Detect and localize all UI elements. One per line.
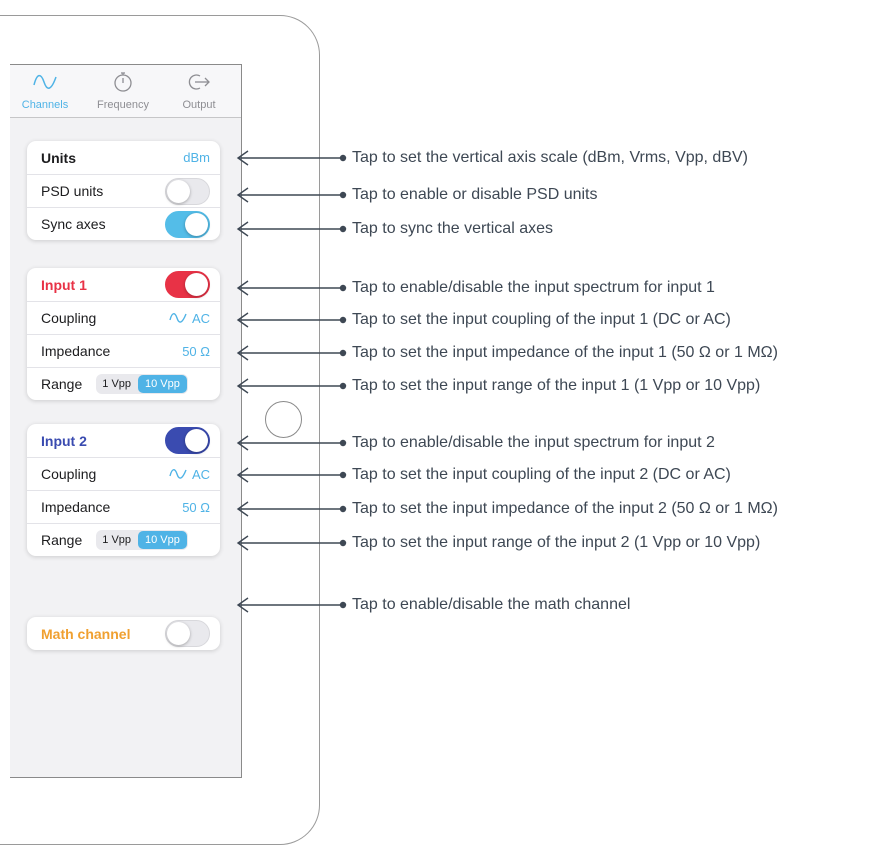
input2-card: Input 2 Coupling AC Impedance 50 Ω Range… [27, 424, 220, 556]
range-option-1vpp[interactable]: 1 Vpp [96, 374, 137, 394]
ac-wave-icon [169, 469, 187, 479]
impedance-label: Impedance [41, 499, 111, 515]
toggle-knob [185, 212, 208, 236]
tab-label: Channels [21, 99, 69, 111]
annotation-item: Tap to sync the vertical axes [236, 219, 553, 239]
annotation-item: Tap to enable/disable the math channel [236, 595, 630, 615]
annotation-item: Tap to set the input range of the input … [236, 376, 760, 396]
math-title: Math channel [41, 625, 131, 642]
input1-card: Input 1 Coupling AC Impedance 50 Ω Range… [27, 268, 220, 400]
general-card: Units dBm PSD units Sync axes [27, 141, 220, 240]
math-card: Math channel [27, 617, 220, 650]
annotation-item: Tap to set the input impedance of the in… [236, 343, 778, 363]
toggle-knob [185, 429, 208, 452]
input1-title: Input 1 [41, 276, 87, 293]
waveform-icon [10, 69, 80, 95]
impedance-label: Impedance [41, 343, 111, 359]
tab-bar: Channels Frequency Output [10, 65, 241, 118]
toggle-knob [167, 622, 190, 645]
annotation-text: Tap to set the input coupling of the inp… [352, 466, 731, 483]
callout-arrow [236, 345, 347, 361]
callout-arrow [236, 435, 347, 451]
stopwatch-icon [88, 69, 158, 95]
output-icon [164, 69, 234, 95]
callout-arrow [236, 150, 347, 166]
callout-arrow [236, 535, 347, 551]
input1-coupling-row[interactable]: Coupling AC [27, 301, 220, 334]
input1-header-row: Input 1 [27, 268, 220, 301]
psd-units-row: PSD units [27, 174, 220, 207]
coupling-label: Coupling [41, 310, 97, 326]
input2-coupling-row[interactable]: Coupling AC [27, 457, 220, 490]
input2-title: Input 2 [41, 432, 87, 449]
range-segmented-control: 1 Vpp 10 Vpp [96, 530, 188, 550]
annotation-item: Tap to enable or disable PSD units [236, 185, 597, 205]
units-label: Units [41, 149, 76, 166]
callout-arrow [236, 467, 347, 483]
annotation-item: Tap to set the vertical axis scale (dBm,… [236, 148, 748, 168]
annotation-text: Tap to enable/disable the math channel [352, 596, 631, 613]
input1-impedance-row[interactable]: Impedance 50 Ω [27, 334, 220, 367]
impedance-value[interactable]: 50 Ω [182, 344, 210, 359]
annotation-item: Tap to enable/disable the input spectrum… [236, 433, 715, 453]
callout-arrow [236, 501, 347, 517]
psd-units-toggle[interactable] [165, 177, 210, 205]
math-row: Math channel [27, 617, 220, 650]
callout-arrow [236, 187, 347, 203]
callout-arrow [236, 378, 347, 394]
annotation-text: Tap to set the input impedance of the in… [352, 344, 778, 361]
sync-axes-toggle[interactable] [165, 210, 210, 238]
units-row[interactable]: Units dBm [27, 141, 220, 174]
input1-toggle[interactable] [165, 271, 210, 298]
math-toggle[interactable] [165, 620, 210, 647]
tab-label: Output [182, 99, 216, 111]
coupling-value[interactable]: AC [169, 467, 210, 482]
annotation-item: Tap to set the input coupling of the inp… [236, 310, 731, 330]
tab-output[interactable]: Output [164, 69, 234, 111]
annotation-item: Tap to set the input impedance of the in… [236, 499, 778, 519]
coupling-text: AC [191, 466, 210, 482]
annotation-text: Tap to set the vertical axis scale (dBm,… [352, 149, 748, 166]
annotation-text: Tap to set the input coupling of the inp… [352, 311, 731, 328]
tab-label: Frequency [97, 99, 149, 111]
annotation-text: Tap to sync the vertical axes [352, 220, 553, 237]
annotation-text: Tap to enable/disable the input spectrum… [352, 279, 715, 296]
range-option-1vpp[interactable]: 1 Vpp [96, 530, 137, 550]
toggle-knob [167, 179, 190, 203]
range-label: Range [41, 532, 83, 548]
range-segmented-control: 1 Vpp 10 Vpp [96, 374, 188, 394]
coupling-value[interactable]: AC [169, 311, 210, 326]
tab-frequency[interactable]: Frequency [88, 69, 158, 111]
coupling-label: Coupling [41, 466, 97, 482]
annotation-item: Tap to set the input range of the input … [236, 533, 760, 553]
psd-units-label: PSD units [41, 183, 104, 199]
impedance-value[interactable]: 50 Ω [182, 500, 210, 515]
range-option-10vpp[interactable]: 10 Vpp [138, 375, 187, 393]
annotation-text: Tap to set the input impedance of the in… [352, 500, 778, 517]
annotation-text: Tap to enable or disable PSD units [352, 186, 598, 203]
callout-arrow [236, 221, 347, 237]
ac-wave-icon [169, 313, 187, 323]
tab-channels[interactable]: Channels [10, 69, 80, 111]
input2-range-row: Range 1 Vpp 10 Vpp [27, 523, 220, 556]
input2-impedance-row[interactable]: Impedance 50 Ω [27, 490, 220, 523]
annotation-text: Tap to set the input range of the input … [352, 534, 761, 551]
callout-arrow [236, 280, 347, 296]
annotation-text: Tap to set the input range of the input … [352, 377, 761, 394]
input1-range-row: Range 1 Vpp 10 Vpp [27, 367, 220, 400]
annotation-text: Tap to enable/disable the input spectrum… [352, 434, 715, 451]
input2-toggle[interactable] [165, 427, 210, 454]
range-label: Range [41, 376, 83, 392]
annotation-item: Tap to set the input coupling of the inp… [236, 465, 731, 485]
range-option-10vpp[interactable]: 10 Vpp [138, 531, 187, 549]
sync-axes-row: Sync axes [27, 207, 220, 240]
input2-header-row: Input 2 [27, 424, 220, 457]
callout-arrow [236, 597, 347, 613]
annotation-item: Tap to enable/disable the input spectrum… [236, 278, 715, 298]
units-value[interactable]: dBm [183, 150, 210, 165]
callout-arrow [236, 312, 347, 328]
toggle-knob [185, 273, 208, 296]
sync-axes-label: Sync axes [41, 216, 106, 232]
coupling-text: AC [191, 310, 210, 326]
